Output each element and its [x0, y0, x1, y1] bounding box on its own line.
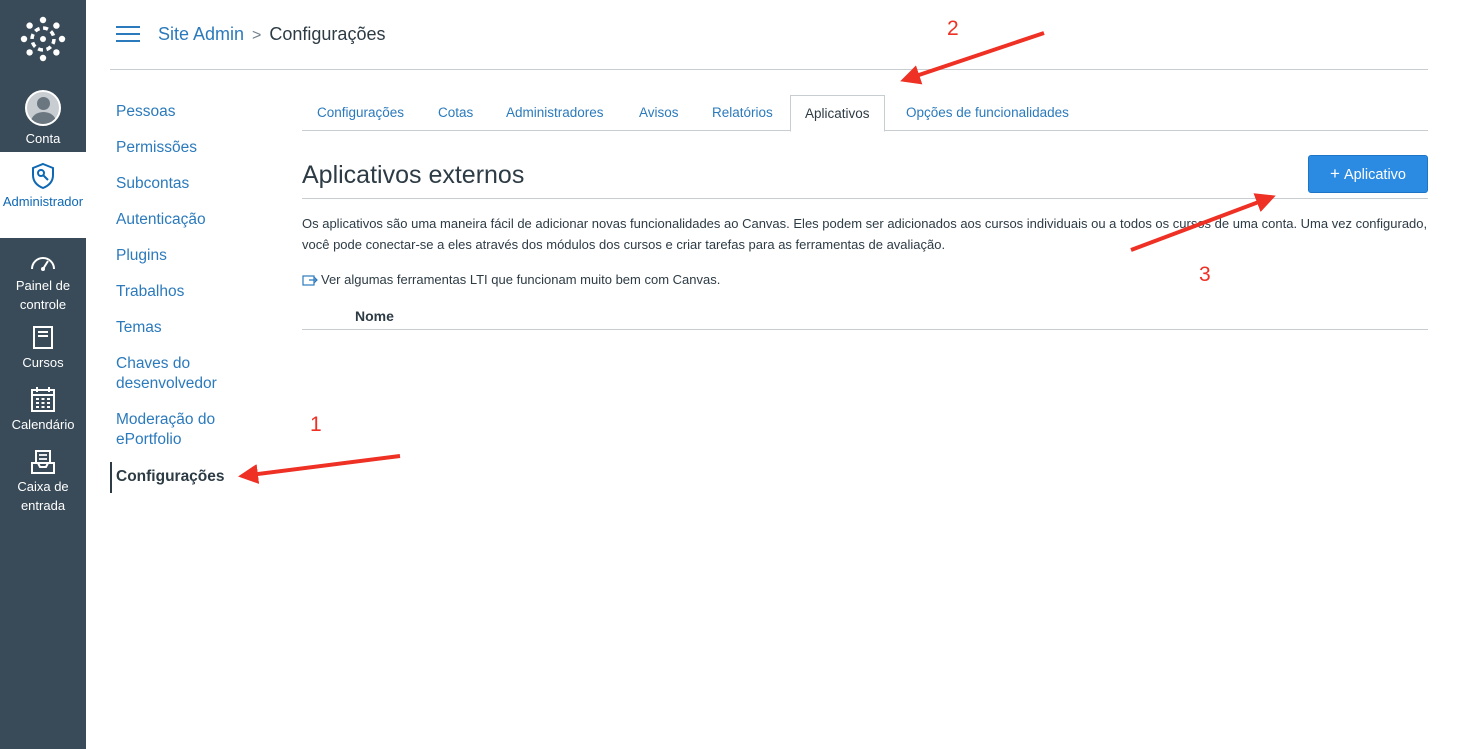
apps-table-header: Nome — [302, 305, 1428, 330]
global-nav: Conta Administrador Painel de controle C… — [0, 0, 86, 749]
tab-configuracoes[interactable]: Configurações — [303, 95, 418, 131]
gnav-admin[interactable]: Administrador — [0, 152, 86, 238]
tab-cotas[interactable]: Cotas — [424, 95, 487, 131]
book-icon — [33, 326, 53, 349]
canvas-logo-icon[interactable] — [20, 16, 66, 62]
section-nav-temas[interactable]: Temas — [110, 314, 280, 350]
external-link-icon — [302, 275, 318, 286]
section-nav-configuracoes[interactable]: Configurações — [110, 462, 280, 493]
section-nav-trabalhos[interactable]: Trabalhos — [110, 278, 280, 314]
annotation-label-1: 1 — [310, 413, 322, 436]
calendar-icon — [31, 387, 55, 412]
lti-tools-link[interactable]: Ver algumas ferramentas LTI que funciona… — [302, 270, 720, 290]
section-nav: Pessoas Permissões Subcontas Autenticaçã… — [110, 98, 280, 493]
gnav-calendar-label: Calendário — [11, 417, 75, 432]
apps-description: Os aplicativos são uma maneira fácil de … — [302, 216, 1428, 252]
title-divider — [302, 198, 1428, 199]
gnav-courses[interactable]: Cursos — [0, 325, 86, 372]
section-nav-chaves-desenvolvedor[interactable]: Chaves do desenvolvedor — [110, 350, 230, 406]
lti-tools-link-label: Ver algumas ferramentas LTI que funciona… — [321, 272, 721, 287]
annotation-label-3: 3 — [1199, 263, 1211, 286]
gnav-courses-label: Cursos — [22, 355, 64, 370]
gnav-account[interactable]: Conta — [0, 90, 86, 148]
section-nav-pessoas[interactable]: Pessoas — [110, 98, 280, 134]
tab-avisos[interactable]: Avisos — [625, 95, 693, 131]
section-nav-autenticacao[interactable]: Autenticação — [110, 206, 280, 242]
column-header-nome[interactable]: Nome — [355, 308, 394, 324]
tab-aplicativos[interactable]: Aplicativos — [790, 95, 885, 132]
gnav-inbox-label: Caixa de entrada — [17, 479, 69, 513]
inbox-icon — [31, 450, 55, 474]
section-nav-plugins[interactable]: Plugins — [110, 242, 280, 278]
section-nav-subcontas[interactable]: Subcontas — [110, 170, 280, 206]
hamburger-menu-icon[interactable] — [116, 26, 140, 44]
section-nav-moderacao-eportfolio[interactable]: Moderação do ePortfolio — [110, 406, 230, 462]
add-app-button-label: Aplicativo — [1343, 167, 1406, 183]
plus-icon: + — [1330, 164, 1340, 183]
dashboard-gauge-icon — [31, 257, 55, 271]
breadcrumb-separator-icon: > — [252, 27, 262, 44]
breadcrumb: Site Admin > Configurações — [158, 22, 385, 48]
tab-opcoes-funcionalidades[interactable]: Opções de funcionalidades — [892, 95, 1083, 131]
admin-shield-icon — [32, 162, 54, 190]
breadcrumb-current: Configurações — [269, 24, 386, 44]
breadcrumb-site-admin[interactable]: Site Admin — [158, 24, 244, 44]
tab-administradores[interactable]: Administradores — [492, 95, 618, 131]
gnav-dashboard-label: Painel de controle — [15, 278, 71, 312]
annotation-label-2: 2 — [947, 17, 959, 40]
gnav-inbox[interactable]: Caixa de entrada — [0, 449, 86, 515]
section-nav-permissoes[interactable]: Permissões — [110, 134, 280, 170]
gnav-calendar[interactable]: Calendário — [0, 386, 86, 434]
page-title: Aplicativos externos — [302, 161, 525, 189]
gnav-dashboard[interactable]: Painel de controle — [0, 250, 86, 314]
tab-relatorios[interactable]: Relatórios — [698, 95, 787, 131]
user-avatar-icon — [25, 90, 61, 126]
gnav-account-label: Conta — [25, 131, 61, 146]
page-header: Site Admin > Configurações — [110, 0, 1428, 70]
gnav-admin-label: Administrador — [2, 194, 84, 209]
settings-tabs: Configurações Cotas Administradores Avis… — [302, 95, 1428, 132]
add-app-button[interactable]: + Aplicativo — [1308, 155, 1428, 193]
